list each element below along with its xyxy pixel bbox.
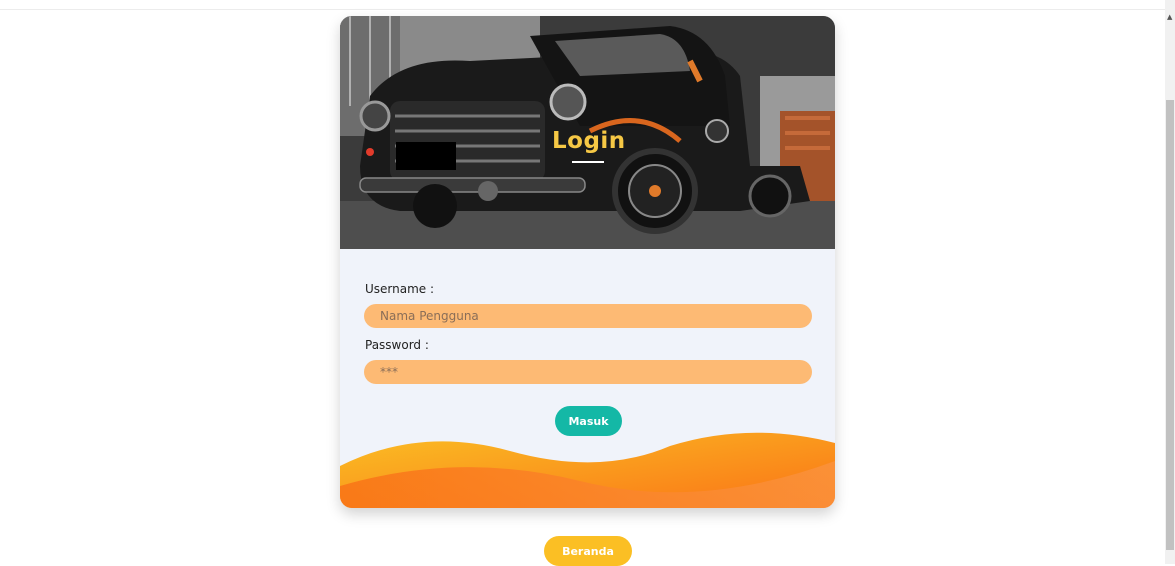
decorative-wave xyxy=(340,432,835,508)
beranda-button[interactable]: Beranda xyxy=(544,536,632,566)
login-card: Login Username : Password : Masuk xyxy=(340,16,835,508)
login-title-underline xyxy=(572,161,604,163)
scrollbar-thumb[interactable] xyxy=(1166,100,1174,550)
scroll-up-arrow-icon[interactable]: ▲ xyxy=(1167,14,1172,21)
username-label: Username : xyxy=(365,282,435,296)
password-input[interactable] xyxy=(364,360,812,384)
hero-truck-image: Login xyxy=(340,16,835,249)
password-label: Password : xyxy=(365,338,429,352)
username-input[interactable] xyxy=(364,304,812,328)
masuk-button[interactable]: Masuk xyxy=(555,406,622,436)
top-divider xyxy=(0,9,1165,10)
login-title: Login xyxy=(552,128,626,154)
page-scrollbar[interactable]: ▲ xyxy=(1165,0,1175,564)
